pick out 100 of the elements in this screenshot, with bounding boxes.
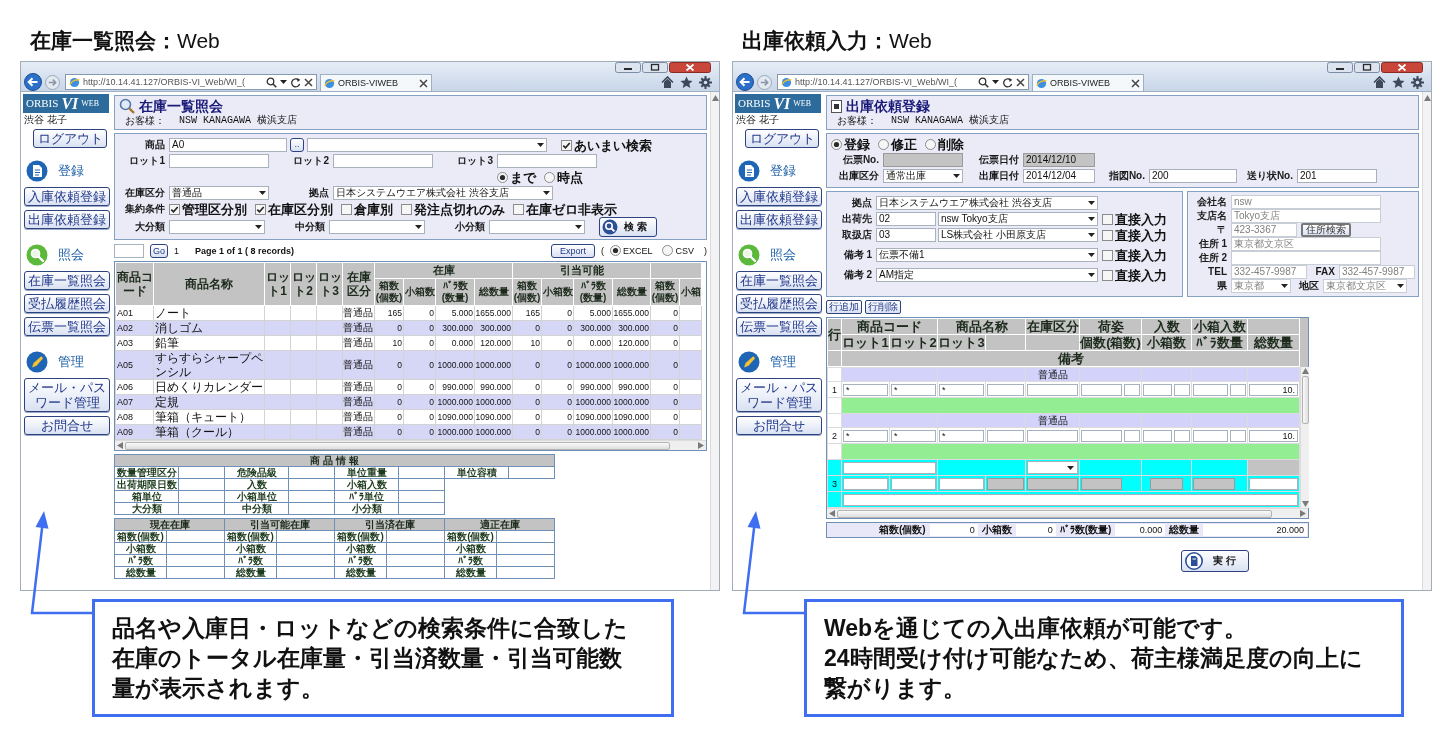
- close-icon[interactable]: [669, 62, 711, 73]
- dropdown[interactable]: nsw Tokyo支店: [938, 212, 1098, 226]
- input-field[interactable]: [939, 477, 984, 490]
- settings-icon[interactable]: [699, 75, 712, 89]
- checkbox[interactable]: [513, 203, 524, 215]
- checkbox[interactable]: [341, 203, 352, 215]
- execute-button[interactable]: 実 行: [1181, 550, 1249, 572]
- input-field[interactable]: *: [939, 429, 984, 442]
- scroll-arrow-icon[interactable]: [711, 95, 719, 101]
- input-field[interactable]: [843, 477, 888, 490]
- radio-button[interactable]: [925, 138, 936, 150]
- dropdown[interactable]: [307, 138, 547, 152]
- scroll-arrow-icon[interactable]: [117, 442, 123, 449]
- radio-button[interactable]: [497, 171, 508, 183]
- checkbox[interactable]: [169, 203, 180, 215]
- vertical-scrollbar[interactable]: [1300, 367, 1309, 508]
- input-field[interactable]: [1174, 383, 1190, 396]
- input-field[interactable]: *: [891, 383, 936, 396]
- menu-button[interactable]: 受払履歴照会: [24, 294, 110, 313]
- minimize-icon[interactable]: [615, 62, 641, 73]
- input-field[interactable]: [1081, 383, 1122, 396]
- browser-tab[interactable]: ORBIS-VIWEB: [320, 74, 432, 91]
- input-field[interactable]: [987, 477, 1024, 490]
- back-icon[interactable]: [24, 73, 42, 91]
- input-field[interactable]: 200: [1149, 169, 1237, 183]
- input-field[interactable]: [1193, 429, 1228, 442]
- input-field[interactable]: 201: [1297, 169, 1377, 183]
- close-icon[interactable]: [1016, 77, 1025, 87]
- dropdown[interactable]: 普通品: [169, 186, 269, 200]
- menu-button[interactable]: 伝票一覧照会: [24, 317, 110, 336]
- menu-button[interactable]: お問合せ: [24, 416, 110, 435]
- menu-button[interactable]: 入庫依頼登録: [736, 187, 822, 206]
- dropdown[interactable]: 日本システムウエア株式会社 渋谷支店: [333, 186, 553, 200]
- dropdown[interactable]: [329, 219, 425, 234]
- radio-button[interactable]: [662, 245, 674, 256]
- scroll-arrow-icon[interactable]: [698, 442, 704, 449]
- forward-icon[interactable]: [757, 74, 772, 90]
- browser-tab[interactable]: ORBIS-VIWEB: [1032, 74, 1144, 91]
- input-field[interactable]: 02: [876, 212, 936, 226]
- radio-button[interactable]: [609, 245, 621, 256]
- input-field[interactable]: [1150, 477, 1183, 490]
- dropdown[interactable]: AM指定: [876, 268, 1098, 282]
- input-field[interactable]: [333, 154, 433, 168]
- search-icon[interactable]: [266, 76, 277, 88]
- close-icon[interactable]: [1381, 62, 1423, 73]
- menu-button[interactable]: 伝票一覧照会: [736, 317, 822, 336]
- search-icon[interactable]: [978, 76, 989, 88]
- lookup-button[interactable]: ..: [290, 138, 304, 152]
- input-field[interactable]: [987, 429, 1024, 442]
- checkbox[interactable]: [561, 139, 572, 151]
- input-field[interactable]: [1193, 477, 1236, 490]
- horizontal-scrollbar[interactable]: [827, 508, 1308, 518]
- star-icon[interactable]: [1392, 75, 1405, 89]
- input-field[interactable]: A0: [169, 138, 287, 152]
- input-field[interactable]: [1143, 383, 1172, 396]
- home-icon[interactable]: [1373, 76, 1386, 88]
- add-row-button[interactable]: 行追加: [826, 300, 862, 314]
- input-field[interactable]: [1027, 429, 1078, 442]
- input-field[interactable]: [1124, 429, 1140, 442]
- dropdown[interactable]: [1027, 461, 1078, 474]
- input-field[interactable]: [1249, 477, 1298, 490]
- input-field[interactable]: [843, 461, 936, 474]
- checkbox[interactable]: [1102, 213, 1113, 225]
- address-bar[interactable]: http://10.14.41.127/ORBIS-VI_Web/WI_(: [65, 74, 317, 90]
- back-icon[interactable]: [736, 73, 754, 91]
- checkbox[interactable]: [1102, 229, 1113, 241]
- export-button[interactable]: Export: [550, 243, 595, 258]
- scroll-arrow-icon[interactable]: [829, 510, 835, 517]
- scrollbar-thumb[interactable]: [125, 441, 670, 450]
- menu-button[interactable]: 在庫一覧照会: [24, 271, 110, 290]
- input-field[interactable]: [843, 493, 1298, 506]
- menu-button[interactable]: お問合せ: [736, 416, 822, 435]
- dropdown[interactable]: 伝票不備1: [876, 248, 1098, 262]
- dropdown[interactable]: 日本システムウエア株式会社 渋谷支店: [876, 196, 1098, 210]
- forward-icon[interactable]: [45, 74, 60, 90]
- input-field[interactable]: [497, 154, 597, 168]
- menu-button[interactable]: メール・パスワード管理: [24, 378, 110, 412]
- radio-button[interactable]: [878, 138, 889, 150]
- scroll-arrow-icon[interactable]: [1423, 95, 1431, 101]
- close-icon[interactable]: [304, 77, 313, 87]
- input-field[interactable]: [1230, 383, 1246, 396]
- menu-button[interactable]: 入庫依頼登録: [24, 187, 110, 206]
- menu-button[interactable]: 出庫依頼登録: [736, 210, 822, 229]
- input-field[interactable]: [891, 477, 936, 490]
- dropdown[interactable]: LS株式会社 小田原支店: [938, 228, 1098, 242]
- delete-row-button[interactable]: 行削除: [865, 300, 901, 314]
- scroll-arrow-icon[interactable]: [1301, 368, 1309, 374]
- input-field[interactable]: [1193, 383, 1228, 396]
- input-field[interactable]: *: [843, 429, 888, 442]
- vertical-scrollbar[interactable]: [710, 92, 719, 590]
- vertical-scrollbar[interactable]: [1422, 92, 1431, 590]
- menu-button[interactable]: メール・パスワード管理: [736, 378, 822, 412]
- go-button[interactable]: Go: [150, 243, 168, 258]
- input-field[interactable]: [1143, 429, 1172, 442]
- scrollbar-thumb[interactable]: [837, 509, 1272, 518]
- logout-button[interactable]: ログアウト: [33, 129, 107, 148]
- input-field[interactable]: 10.: [1249, 383, 1298, 396]
- input-field[interactable]: [1174, 429, 1190, 442]
- input-field[interactable]: [1124, 383, 1140, 396]
- maximize-icon[interactable]: [642, 62, 668, 73]
